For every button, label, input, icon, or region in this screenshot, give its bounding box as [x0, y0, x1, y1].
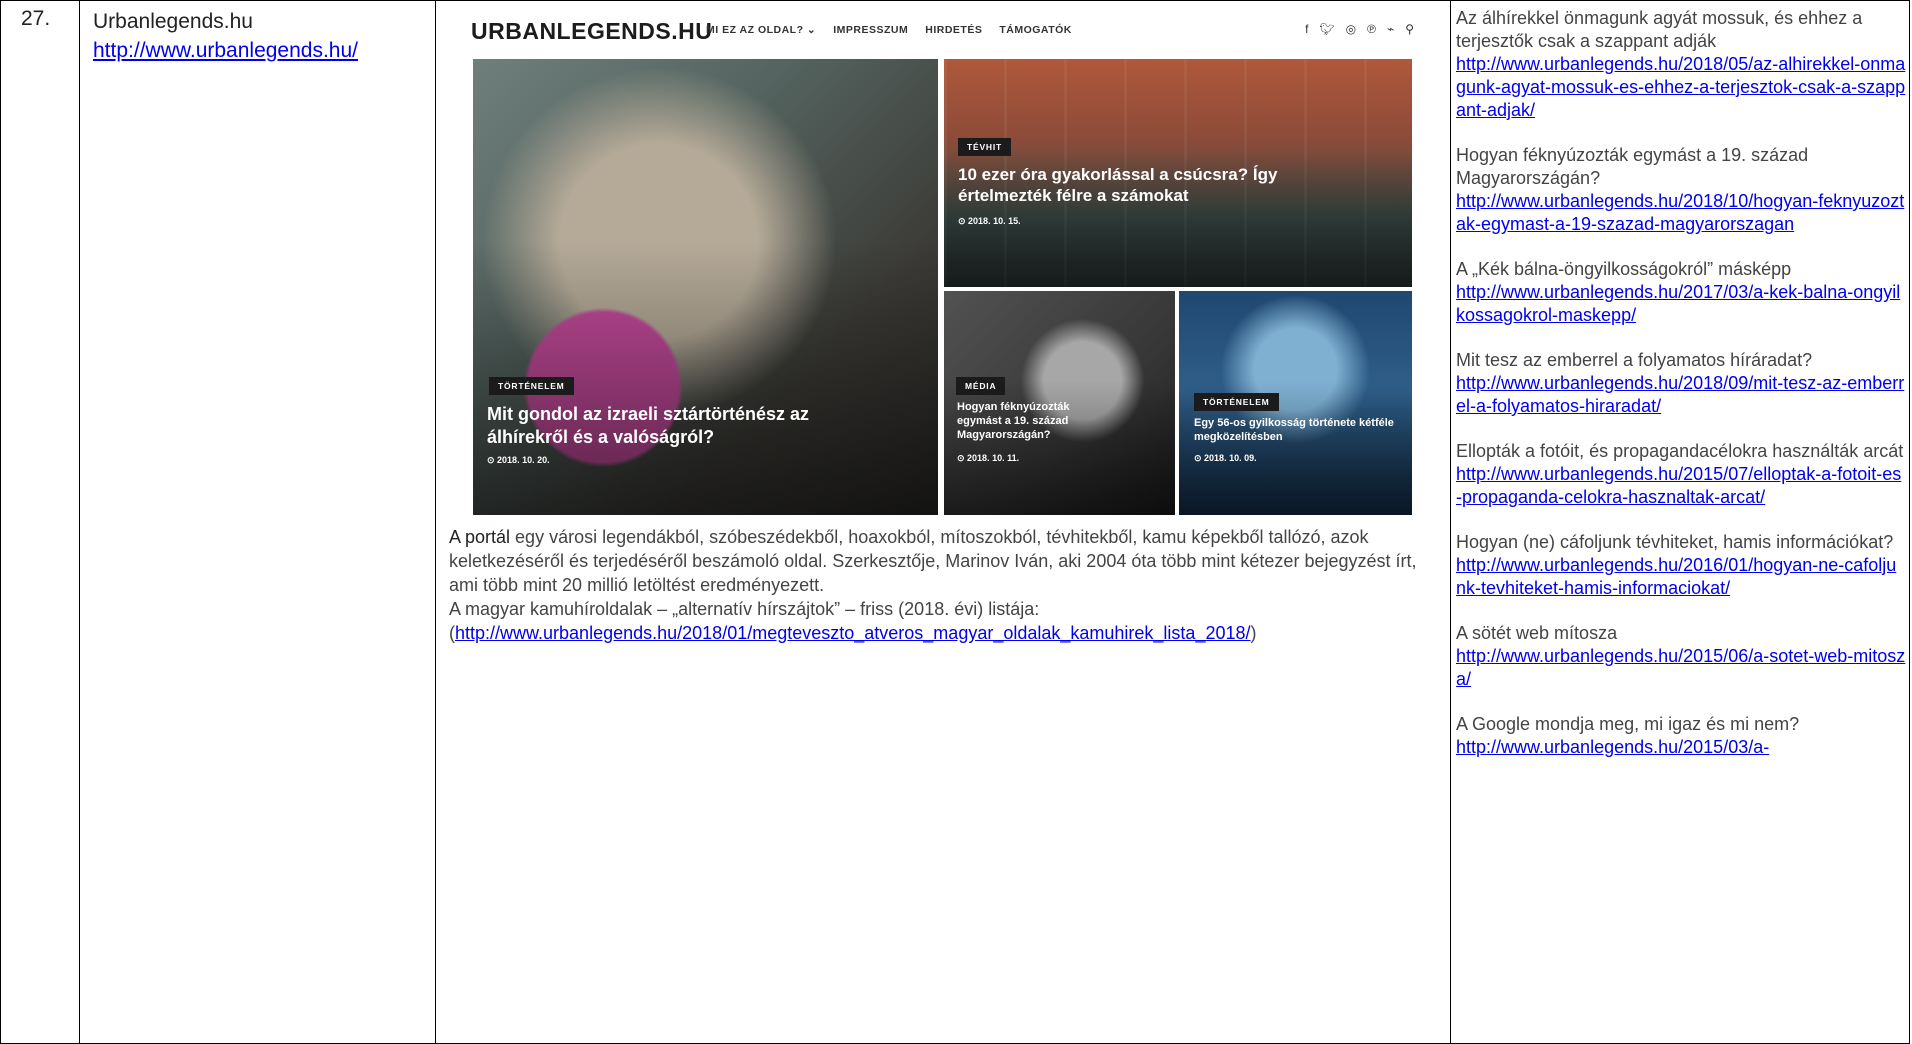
website-screenshot: URBANLEGENDS.HU MI EZ AZ OLDAL? ⌄ IMPRES… [471, 9, 1414, 515]
list-item: A sötét web mítosza http://www.urbanlege… [1456, 622, 1906, 691]
article-link[interactable]: http://www.urbanlegends.hu/2018/09/mit-t… [1456, 372, 1906, 418]
description-highlight: A portál [449, 527, 511, 547]
article-title: Hogyan féknyúzozták egymást a 19. század… [1456, 145, 1809, 188]
list-item: Az álhírekkel önmagunk agyát mossuk, és … [1456, 7, 1906, 122]
website-nav: URBANLEGENDS.HU MI EZ AZ OLDAL? ⌄ IMPRES… [471, 9, 1414, 55]
tile-date: ⊙ 2018. 10. 15. [958, 216, 1021, 226]
site-cell: Urbanlegends.hu http://www.urbanlegends.… [79, 0, 436, 1044]
site-name: Urbanlegends.hu [93, 10, 253, 33]
fake-news-list-link[interactable]: http://www.urbanlegends.hu/2018/01/megte… [455, 623, 1251, 643]
paren-close: ) [1250, 623, 1257, 643]
list-item: Mit tesz az emberrel a folyamatos hírára… [1456, 349, 1906, 418]
article-link[interactable]: http://www.urbanlegends.hu/2015/06/a-sot… [1456, 645, 1906, 691]
row-number: 27. [21, 7, 51, 30]
instagram-icon: ◎ [1345, 22, 1357, 36]
tile-title: Egy 56-os gyilkosság története kétféle m… [1194, 417, 1394, 443]
facebook-icon: f [1305, 22, 1309, 36]
article-title: Az álhírekkel önmagunk agyát mossuk, és … [1456, 8, 1863, 51]
description-text: egy városi legendákból, szóbeszédekből, … [449, 527, 1417, 595]
tile-date: ⊙ 2018. 10. 11. [957, 453, 1020, 463]
menu-item: IMPRESSZUM [833, 24, 909, 36]
tile-title: 10 ezer óra gyakorlással a csúcsra? Így … [958, 165, 1278, 206]
document-table: 27. Urbanlegends.hu http://www.urbanlege… [0, 0, 1910, 1044]
website-logo: URBANLEGENDS.HU [471, 18, 713, 44]
list-item: Ellopták a fotóit, és propagandacélokra … [1456, 440, 1906, 509]
article-link[interactable]: http://www.urbanlegends.hu/2015/07/ellop… [1456, 463, 1906, 509]
article-title: A sötét web mítosza [1456, 623, 1618, 643]
articles-cell: Az álhírekkel önmagunk agyát mossuk, és … [1450, 0, 1910, 1044]
category-badge: MÉDIA [956, 377, 1006, 395]
tile-title: Hogyan féknyúzozták egymást a 19. század… [957, 401, 1070, 441]
list-item: Hogyan féknyúzozták egymást a 19. század… [1456, 144, 1906, 236]
list-item: A „Kék bálna-öngyilkosságokról” másképp … [1456, 258, 1906, 327]
menu-item: HIRDETÉS [925, 24, 983, 36]
description-cell: URBANLEGENDS.HU MI EZ AZ OLDAL? ⌄ IMPRES… [435, 0, 1451, 1044]
category-badge: TÖRTÉNELEM [489, 377, 574, 395]
article-title: Ellopták a fotóit, és propagandacélokra … [1456, 441, 1904, 461]
article-title: A Google mondja meg, mi igaz és mi nem? [1456, 714, 1800, 734]
table-row: 27. Urbanlegends.hu http://www.urbanlege… [0, 0, 1910, 1044]
site-url-link[interactable]: http://www.urbanlegends.hu/ [93, 39, 358, 62]
menu-item: MI EZ AZ OLDAL? ⌄ [706, 24, 817, 36]
tile-date: ⊙ 2018. 10. 20. [487, 455, 550, 465]
pinterest-icon: ℗ [1367, 22, 1376, 36]
article-link[interactable]: http://www.urbanlegends.hu/2016/01/hogya… [1456, 554, 1906, 600]
article-title: Mit tesz az emberrel a folyamatos hírára… [1456, 350, 1813, 370]
row-number-cell: 27. [0, 0, 80, 1044]
featured-tile: TÖRTÉNELEM Mit gondol az izraeli sztártö… [473, 59, 938, 515]
article-link[interactable]: http://www.urbanlegends.hu/2018/10/hogya… [1456, 190, 1906, 236]
category-badge: TÉVHIT [958, 138, 1012, 156]
twitter-icon: 🐦︎ [1319, 22, 1335, 36]
article-link[interactable]: http://www.urbanlegends.hu/2018/05/az-al… [1456, 53, 1906, 122]
featured-tile: TÉVHIT 10 ezer óra gyakorlással a csúcsr… [944, 59, 1412, 287]
featured-tile: MÉDIA Hogyan féknyúzozták egymást a 19. … [944, 291, 1175, 515]
site-description: A portál egy városi legendákból, szóbesz… [449, 525, 1449, 645]
rss-icon: ⌁ [1386, 22, 1395, 36]
article-link[interactable]: http://www.urbanlegends.hu/2015/03/a- [1456, 736, 1906, 759]
tile-date: ⊙ 2018. 10. 09. [1194, 453, 1257, 463]
list-line: A magyar kamuhíroldalak – „alternatív hí… [449, 599, 1040, 619]
article-list: Az álhírekkel önmagunk agyát mossuk, és … [1451, 1, 1906, 759]
article-title: Hogyan (ne) cáfoljunk tévhiteket, hamis … [1456, 532, 1894, 552]
list-item: A Google mondja meg, mi igaz és mi nem? … [1456, 713, 1906, 759]
list-item: Hogyan (ne) cáfoljunk tévhiteket, hamis … [1456, 531, 1906, 600]
category-badge: TÖRTÉNELEM [1194, 393, 1279, 411]
social-icons: f 🐦︎ ◎ ℗ ⌁ ⚲ [1305, 22, 1414, 36]
article-title: A „Kék bálna-öngyilkosságokról” másképp [1456, 259, 1792, 279]
tile-title: Mit gondol az izraeli sztártörténész az … [487, 404, 810, 447]
menu-item: TÁMOGATÓK [999, 24, 1072, 36]
search-icon: ⚲ [1405, 22, 1414, 36]
featured-tile: TÖRTÉNELEM Egy 56-os gyilkosság történet… [1179, 291, 1412, 515]
website-menu: MI EZ AZ OLDAL? ⌄ IMPRESSZUM HIRDETÉS TÁ… [706, 24, 1072, 36]
article-link[interactable]: http://www.urbanlegends.hu/2017/03/a-kek… [1456, 281, 1906, 327]
